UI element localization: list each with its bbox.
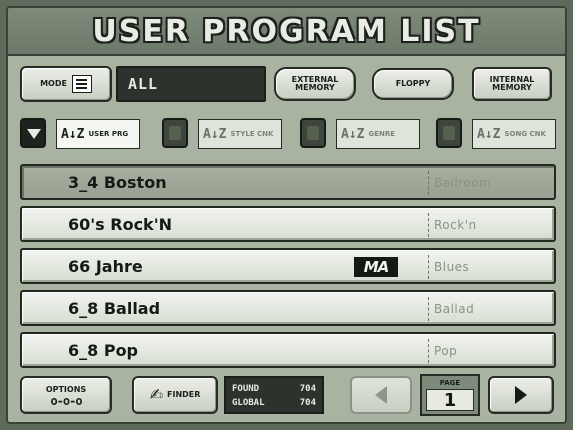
internal-memory-label: INTERNAL MEMORY <box>489 75 535 92</box>
sort-toggle-genre[interactable] <box>300 118 326 148</box>
program-row[interactable]: 60's Rock'N Rock'n <box>20 206 556 242</box>
program-name: 3_4 Boston <box>68 173 167 192</box>
internal-memory-button[interactable]: INTERNAL MEMORY <box>472 67 552 101</box>
program-row[interactable]: 6_8 Ballad Ballad <box>20 290 556 326</box>
program-row[interactable]: 66 Jahre MA Blues <box>20 248 556 284</box>
mode-button[interactable]: MODE <box>20 66 112 102</box>
sort-key-label: SONG CNK <box>504 129 546 138</box>
sort-az-icon: A↓Z <box>61 126 85 142</box>
global-value: 704 <box>299 398 316 408</box>
mode-button-label: MODE <box>40 79 67 88</box>
found-line: FOUND 704 <box>232 382 316 396</box>
program-name: 6_8 Pop <box>68 341 139 360</box>
program-style: Ballroom <box>434 176 492 190</box>
arrow-right-icon <box>515 386 527 404</box>
sort-key-label: USER PRG <box>88 129 129 138</box>
column-divider <box>428 297 429 321</box>
sort-row: A↓Z USER PRG A↓Z STYLE CNK A↓Z GENRE A↓Z… <box>20 114 556 154</box>
toggle-knob-icon <box>307 126 319 140</box>
column-divider <box>428 213 429 237</box>
global-label: GLOBAL <box>232 398 265 408</box>
external-memory-button[interactable]: EXTERNAL MEMORY <box>274 67 356 101</box>
sort-key-genre[interactable]: A↓Z GENRE <box>336 119 420 149</box>
sort-az-icon: A↓Z <box>203 126 227 142</box>
page-indicator: PAGE 1 <box>420 374 480 416</box>
column-divider <box>428 339 429 363</box>
page-number: 1 <box>426 389 474 411</box>
options-icon: o-o-o <box>50 393 82 408</box>
finder-icon: ✍ <box>149 385 163 404</box>
program-style: Rock'n <box>434 218 477 232</box>
title-bar: USER PROGRAM LIST <box>8 8 565 56</box>
external-memory-label: EXTERNAL MEMORY <box>291 75 339 92</box>
column-divider <box>428 255 429 279</box>
triangle-down-icon <box>27 129 41 139</box>
finder-label: FINDER <box>167 390 201 399</box>
program-style: Ballad <box>434 302 475 316</box>
found-label: FOUND <box>232 384 260 394</box>
list-icon <box>71 75 92 93</box>
page-title: USER PROGRAM LIST <box>92 13 481 49</box>
floppy-button[interactable]: FLOPPY <box>372 68 454 100</box>
previous-page-button[interactable] <box>350 376 412 414</box>
toggle-knob-icon <box>169 126 181 140</box>
sort-toggle-style-cnk[interactable] <box>162 118 188 148</box>
program-row[interactable]: 6_8 Pop Pop <box>20 332 556 368</box>
sort-key-label: STYLE CNK <box>230 129 274 138</box>
global-line: GLOBAL 704 <box>232 396 316 410</box>
sort-key-style-cnk[interactable]: A↓Z STYLE CNK <box>198 119 282 149</box>
page-label: PAGE <box>439 379 461 387</box>
floppy-label: FLOPPY <box>395 79 431 88</box>
sort-key-user-prg[interactable]: A↓Z USER PRG <box>56 119 140 149</box>
program-name: 60's Rock'N <box>68 215 172 234</box>
sort-toggle-user-prg[interactable] <box>20 118 46 148</box>
finder-button[interactable]: ✍ FINDER <box>132 376 218 414</box>
ma-badge: MA <box>354 257 398 277</box>
program-style: Pop <box>434 344 458 358</box>
toggle-knob-icon <box>443 126 455 140</box>
program-style: Blues <box>434 260 470 274</box>
sort-key-song-cnk[interactable]: A↓Z SONG CNK <box>472 119 556 149</box>
mode-value: ALL <box>128 75 159 93</box>
found-value: 704 <box>299 384 316 394</box>
lcd-screen: USER PROGRAM LIST MODE ALL EXTERNAL MEMO… <box>6 6 567 424</box>
mode-value-display: ALL <box>116 66 266 102</box>
sort-az-icon: A↓Z <box>477 126 501 142</box>
options-label: OPTIONS <box>45 384 87 394</box>
sort-az-icon: A↓Z <box>341 126 365 142</box>
arrow-left-icon <box>375 386 387 404</box>
program-name: 6_8 Ballad <box>68 299 161 318</box>
sort-key-label: GENRE <box>368 129 396 138</box>
options-button[interactable]: OPTIONS o-o-o <box>20 376 112 414</box>
column-divider <box>428 171 429 195</box>
found-counter: FOUND 704 GLOBAL 704 <box>224 376 324 414</box>
next-page-button[interactable] <box>488 376 554 414</box>
program-row[interactable]: 3_4 Boston Ballroom <box>20 164 556 200</box>
program-name: 66 Jahre <box>68 257 143 276</box>
sort-toggle-song-cnk[interactable] <box>436 118 462 148</box>
